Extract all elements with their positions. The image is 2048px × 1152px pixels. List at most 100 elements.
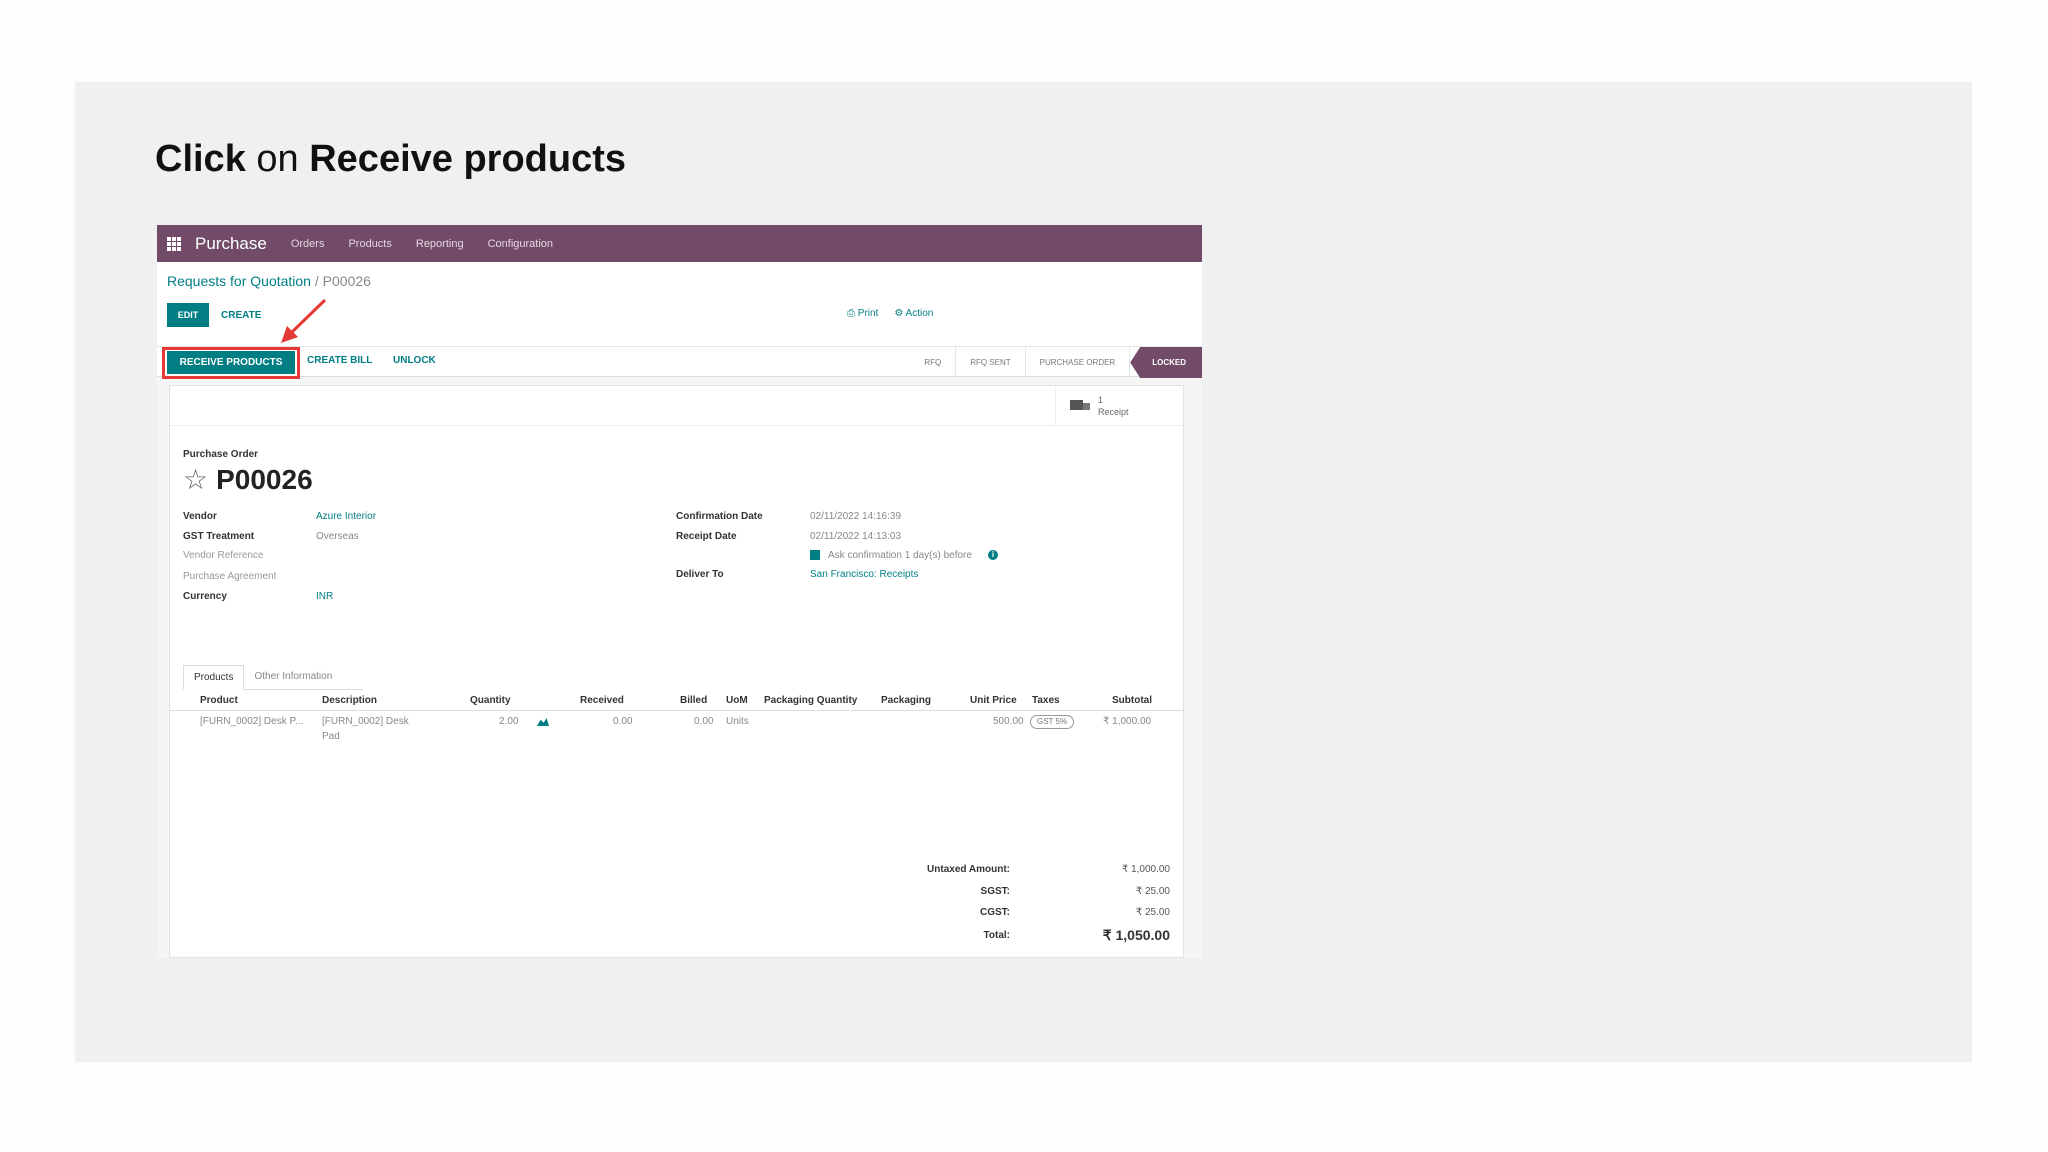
confirmation-date-value[interactable]: 02/11/2022 14:16:39 bbox=[810, 511, 901, 522]
receipt-smart-text: 1 Receipt bbox=[1098, 394, 1129, 418]
confirmation-date-label: Confirmation Date bbox=[676, 511, 763, 522]
instruction-verb: Click bbox=[155, 138, 246, 180]
menu-products[interactable]: Products bbox=[348, 238, 391, 250]
stage-purchase-order[interactable]: PURCHASE ORDER bbox=[1026, 347, 1131, 378]
col-packaging[interactable]: Packaging bbox=[881, 695, 931, 706]
col-subtotal[interactable]: Subtotal bbox=[1112, 695, 1152, 706]
vendor-label: Vendor bbox=[183, 511, 217, 522]
col-taxes[interactable]: Taxes bbox=[1032, 695, 1060, 706]
sgst-label: SGST: bbox=[980, 886, 1010, 897]
notebook-tabs: Products Other Information bbox=[183, 665, 363, 690]
top-navbar: Purchase Orders Products Reporting Confi… bbox=[157, 225, 1202, 262]
tax-badge: GST 5% bbox=[1030, 715, 1075, 729]
cell-description-line1: [FURN_0002] Desk bbox=[322, 716, 409, 727]
tab-other-information[interactable]: Other Information bbox=[244, 665, 342, 689]
menu-reporting[interactable]: Reporting bbox=[416, 238, 464, 250]
status-bar: RECEIVE PRODUCTS CREATE BILL UNLOCK RFQ … bbox=[157, 346, 1202, 379]
untaxed-amount-label: Untaxed Amount: bbox=[927, 864, 1010, 875]
deliver-to-value[interactable]: San Francisco: Receipts bbox=[810, 569, 918, 580]
table-header: Product Description Quantity Received Bi… bbox=[170, 691, 1183, 711]
print-label: Print bbox=[857, 308, 879, 319]
deliver-to-label: Deliver To bbox=[676, 569, 724, 580]
receipt-smart-button[interactable]: 1 Receipt bbox=[1055, 386, 1183, 426]
gst-treatment-label: GST Treatment bbox=[183, 531, 255, 542]
cell-subtotal: ₹ 1,000.00 bbox=[1103, 716, 1152, 727]
create-button[interactable]: CREATE bbox=[221, 303, 261, 327]
untaxed-amount-value: ₹ 1,000.00 bbox=[1121, 864, 1170, 875]
breadcrumb-separator: / bbox=[310, 273, 323, 289]
breadcrumb-parent-link[interactable]: Requests for Quotation bbox=[167, 273, 311, 289]
receipt-date-value[interactable]: 02/11/2022 14:13:03 bbox=[810, 531, 901, 542]
app-screenshot: Purchase Orders Products Reporting Confi… bbox=[157, 225, 1202, 958]
app-name[interactable]: Purchase bbox=[195, 234, 267, 254]
col-product[interactable]: Product bbox=[200, 695, 238, 706]
cell-uom: Units bbox=[726, 716, 749, 727]
gear-icon: ⚙ bbox=[894, 308, 906, 319]
vendor-reference-label: Vendor Reference bbox=[183, 550, 264, 561]
slide-background: Click on Receive products Purchase Order… bbox=[75, 82, 1972, 1062]
stage-locked[interactable]: LOCKED bbox=[1130, 347, 1202, 378]
apps-grid-icon[interactable] bbox=[167, 236, 181, 251]
instruction-target: Receive products bbox=[309, 138, 627, 180]
highlight-box bbox=[162, 347, 300, 379]
cell-unit-price: 500.00 bbox=[993, 716, 1024, 727]
purchase-agreement-label: Purchase Agreement bbox=[183, 571, 277, 582]
edit-button[interactable]: EDIT bbox=[167, 303, 209, 327]
action-menu[interactable]: ⚙ Action bbox=[894, 308, 933, 319]
cell-product: [FURN_0002] Desk P... bbox=[200, 716, 304, 727]
stage-rfq-sent[interactable]: RFQ SENT bbox=[956, 347, 1026, 378]
col-uom[interactable]: UoM bbox=[726, 695, 748, 706]
receipt-label: Receipt bbox=[1098, 407, 1129, 417]
print-menu[interactable]: ⎙ Print bbox=[847, 308, 878, 319]
breadcrumb-current: P00026 bbox=[322, 273, 371, 289]
action-label: Action bbox=[905, 308, 934, 319]
table-row[interactable]: [FURN_0002] Desk P... [FURN_0002] Desk P… bbox=[170, 715, 1183, 752]
order-number: P00026 bbox=[216, 464, 313, 495]
menu-orders[interactable]: Orders bbox=[291, 238, 325, 250]
currency-value[interactable]: INR bbox=[316, 591, 333, 602]
cgst-value: ₹ 25.00 bbox=[1135, 907, 1170, 918]
col-description[interactable]: Description bbox=[322, 695, 377, 706]
star-icon[interactable]: ☆ bbox=[183, 466, 208, 494]
cell-billed: 0.00 bbox=[694, 716, 714, 727]
receipt-count: 1 bbox=[1098, 395, 1104, 405]
total-label: Total: bbox=[983, 930, 1010, 941]
info-icon[interactable]: i bbox=[987, 550, 998, 561]
col-received[interactable]: Received bbox=[580, 695, 624, 706]
create-bill-button[interactable]: CREATE BILL bbox=[307, 355, 372, 366]
col-packaging-quantity[interactable]: Packaging Quantity bbox=[764, 695, 857, 706]
ask-confirmation-row[interactable]: Ask confirmation 1 day(s) before i bbox=[810, 550, 998, 561]
smart-button-box: 1 Receipt bbox=[170, 386, 1183, 426]
form-sheet: 1 Receipt Purchase Order ☆ P00026 Vendor… bbox=[169, 385, 1184, 958]
ask-confirmation-text: Ask confirmation 1 day(s) before bbox=[828, 550, 972, 561]
total-value: ₹ 1,050.00 bbox=[1102, 927, 1170, 943]
document-type-label: Purchase Order bbox=[183, 449, 259, 460]
gst-treatment-value[interactable]: Overseas bbox=[316, 531, 359, 542]
col-quantity[interactable]: Quantity bbox=[470, 695, 511, 706]
currency-label: Currency bbox=[183, 591, 227, 602]
print-icon: ⎙ bbox=[847, 308, 858, 319]
instruction-connector: on bbox=[256, 138, 299, 180]
cgst-label: CGST: bbox=[980, 907, 1010, 918]
action-menus: ⎙ Print ⚙ Action bbox=[847, 308, 933, 319]
breadcrumb: Requests for Quotation / P00026 bbox=[167, 273, 371, 289]
menu-configuration[interactable]: Configuration bbox=[488, 238, 553, 250]
col-unit-price[interactable]: Unit Price bbox=[970, 695, 1017, 706]
vendor-value[interactable]: Azure Interior bbox=[316, 511, 376, 522]
sgst-value: ₹ 25.00 bbox=[1135, 886, 1170, 897]
checkbox-checked-icon[interactable] bbox=[810, 550, 820, 561]
status-stages: RFQ RFQ SENT PURCHASE ORDER LOCKED bbox=[910, 347, 1202, 378]
document-title: ☆ P00026 bbox=[183, 464, 313, 496]
unlock-button[interactable]: UNLOCK bbox=[393, 355, 436, 366]
col-billed[interactable]: Billed bbox=[680, 695, 707, 706]
tab-products[interactable]: Products bbox=[183, 665, 245, 690]
control-panel: Requests for Quotation / P00026 EDIT CRE… bbox=[157, 262, 1202, 379]
cell-description-line2: Pad bbox=[322, 731, 340, 742]
stage-rfq[interactable]: RFQ bbox=[910, 347, 957, 378]
receipt-date-label: Receipt Date bbox=[676, 531, 737, 542]
cell-received: 0.00 bbox=[613, 716, 633, 727]
instruction-text: Click on Receive products bbox=[155, 138, 626, 181]
truck-icon bbox=[1070, 399, 1090, 413]
cell-quantity: 2.00 bbox=[499, 716, 519, 727]
forecast-chart-icon[interactable] bbox=[537, 718, 549, 726]
